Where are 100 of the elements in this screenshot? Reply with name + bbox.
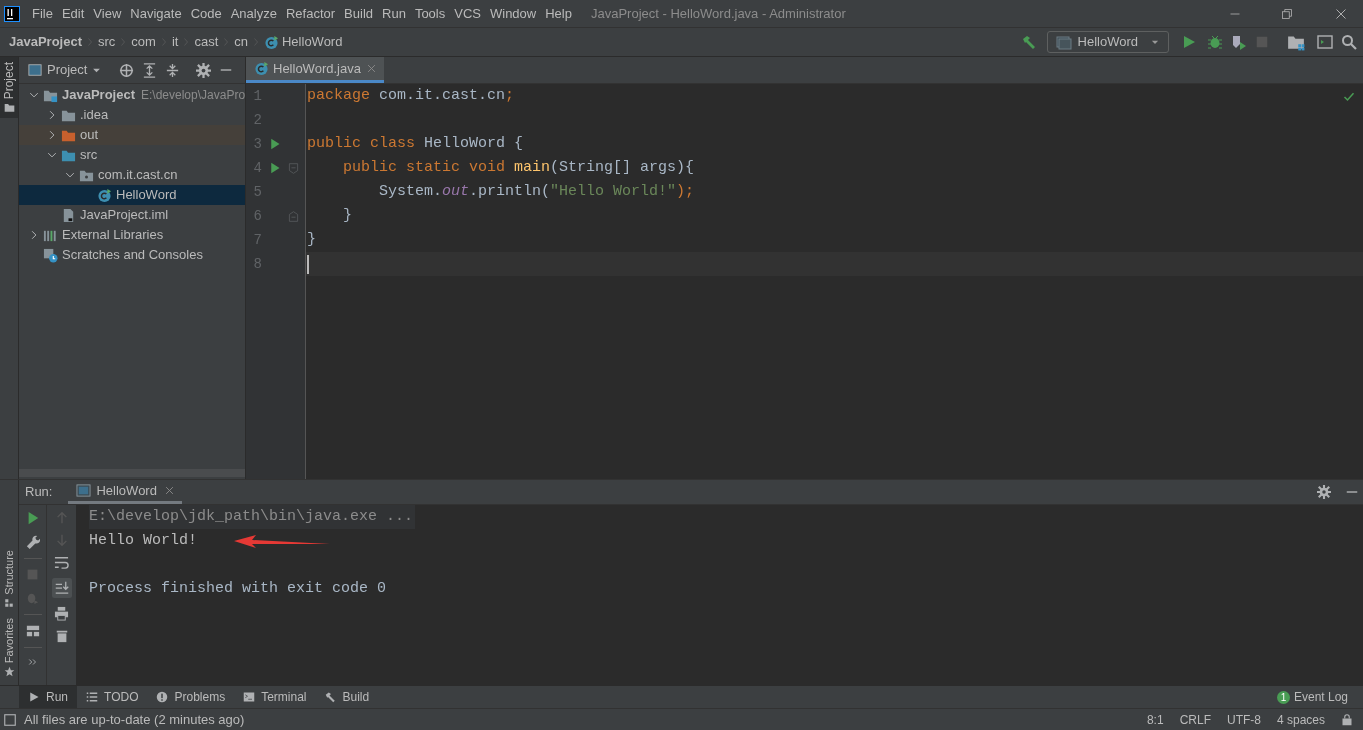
tree-item[interactable]: out [19,125,245,145]
status-item[interactable]: 8:1 [1146,710,1164,729]
tree-item[interactable]: com.it.cast.cn [19,165,245,185]
menu-item[interactable]: Help [541,3,576,24]
tree-item[interactable]: Scratches and Consoles [19,245,245,265]
run-icon[interactable] [1181,34,1197,50]
tool-window-tab[interactable]: Run [19,686,77,708]
breadcrumb-item[interactable]: cn [234,32,248,52]
tool-window-tab[interactable]: Terminal [234,686,316,708]
toggle-panels-icon[interactable] [4,713,16,726]
settings-icon[interactable] [1317,485,1331,499]
menu-item[interactable]: Run [378,3,410,24]
file-icon [61,207,76,223]
project-structure-icon[interactable] [1287,33,1305,51]
expand-all-icon[interactable] [142,62,158,78]
event-log-tab[interactable]: 1 Event Log [1276,686,1363,708]
tree-item[interactable]: .idea [19,105,245,125]
window-icon [76,483,92,498]
window-title: JavaProject - HelloWord.java - Administrator [590,4,846,23]
panel-icon [28,63,42,77]
tool-window-tab[interactable]: Structure [0,550,18,608]
wrench-icon[interactable] [25,534,40,549]
breadcrumb-item[interactable]: it [171,32,179,52]
close-icon[interactable] [164,486,174,495]
coverage-icon[interactable] [1231,34,1247,50]
locate-icon[interactable] [119,62,135,78]
code-line: public static void main(String[] args){ [342,157,695,178]
menu-item[interactable]: File [28,3,57,24]
run-icon [28,691,40,703]
run-gutter-icon[interactable] [269,162,281,174]
build-hammer-icon[interactable] [1020,34,1037,50]
menu-item[interactable]: Build [340,3,377,24]
menu-item[interactable]: Tools [410,3,450,24]
menu-item[interactable]: Refactor [281,3,340,24]
print-icon[interactable] [54,606,69,621]
tool-window-tab[interactable]: Project [0,57,18,119]
tree-item[interactable]: JavaProject.iml [19,205,245,225]
soft-wrap-icon[interactable] [54,555,69,570]
close-icon[interactable] [1335,7,1347,20]
status-item[interactable]: 4 spaces [1276,710,1325,729]
more-chevrons-icon[interactable] [27,657,38,667]
tree-item[interactable]: src [19,145,245,165]
search-icon[interactable] [1341,34,1357,50]
list-icon [86,691,98,703]
collapse-all-icon[interactable] [165,62,181,78]
project-view-dropdown[interactable]: Project [28,60,102,80]
code-line: } [307,229,316,250]
terminal-icon [243,691,256,703]
up-arrow-icon [54,511,69,525]
tool-window-tab[interactable]: TODO [77,686,148,708]
close-icon[interactable] [366,64,376,73]
collapsed-chevron-icon[interactable] [29,230,39,240]
app-logo-icon[interactable] [4,5,20,22]
restore-icon[interactable] [1281,7,1293,20]
breadcrumb-item[interactable]: JavaProject [9,32,82,52]
menu-item[interactable]: Analyze [226,3,281,24]
no-problems-check-icon [1343,91,1355,103]
tree-item[interactable]: HelloWord [19,185,245,205]
breadcrumb-item[interactable]: HelloWord [282,32,343,52]
status-item[interactable]: CRLF [1179,710,1211,729]
menu-item[interactable]: Navigate [126,3,186,24]
menu-item[interactable]: Code [186,3,226,24]
panel-title: Run: [25,483,53,502]
folder-icon [3,102,15,114]
breadcrumb-item[interactable]: com [131,32,156,52]
tool-window-tab[interactable]: Problems [147,686,235,708]
tool-window-tab[interactable]: Favorites [0,617,18,677]
warning-circle-icon [156,691,169,703]
trash-icon[interactable] [54,629,69,643]
scroll-to-end-icon[interactable] [51,578,72,598]
settings-icon[interactable] [196,62,212,78]
tree-item[interactable]: External Libraries [19,225,245,245]
breadcrumb-item[interactable]: src [98,32,116,52]
terminal-window-icon[interactable] [1317,34,1333,50]
fold-marker-icon[interactable] [288,162,299,174]
tool-window-tab[interactable]: Build [315,686,379,708]
window-icon [1055,34,1072,50]
expanded-chevron-icon[interactable] [29,90,39,100]
class-icon [97,187,112,203]
status-item[interactable]: UTF-8 [1226,710,1261,729]
breadcrumb-item[interactable]: cast [194,32,219,52]
class-icon [254,61,269,76]
run-configuration-dropdown[interactable]: HelloWord [1046,31,1169,53]
layout-icon[interactable] [25,624,40,638]
horizontal-scrollbar[interactable] [19,469,245,477]
menu-item[interactable]: VCS [450,3,485,24]
notification-badge: 1 [1276,690,1290,704]
menu-item[interactable]: Edit [57,3,89,24]
tree-item[interactable]: JavaProject E:\develop\JavaPro [19,85,245,105]
menu-item[interactable]: View [89,3,126,24]
down-arrow-icon [54,533,69,547]
class-icon [264,34,279,50]
code-line: System.out.println("Hello World!"); [378,181,695,202]
menu-item[interactable]: Window [485,3,541,24]
editor-tab[interactable]: HelloWord.java [246,57,384,83]
status-message: All files are up-to-date (2 minutes ago) [24,710,245,729]
fold-marker-icon[interactable] [288,210,299,222]
run-gutter-icon[interactable] [269,138,281,150]
lock-icon[interactable] [1341,713,1353,726]
code-line: } [342,205,352,226]
